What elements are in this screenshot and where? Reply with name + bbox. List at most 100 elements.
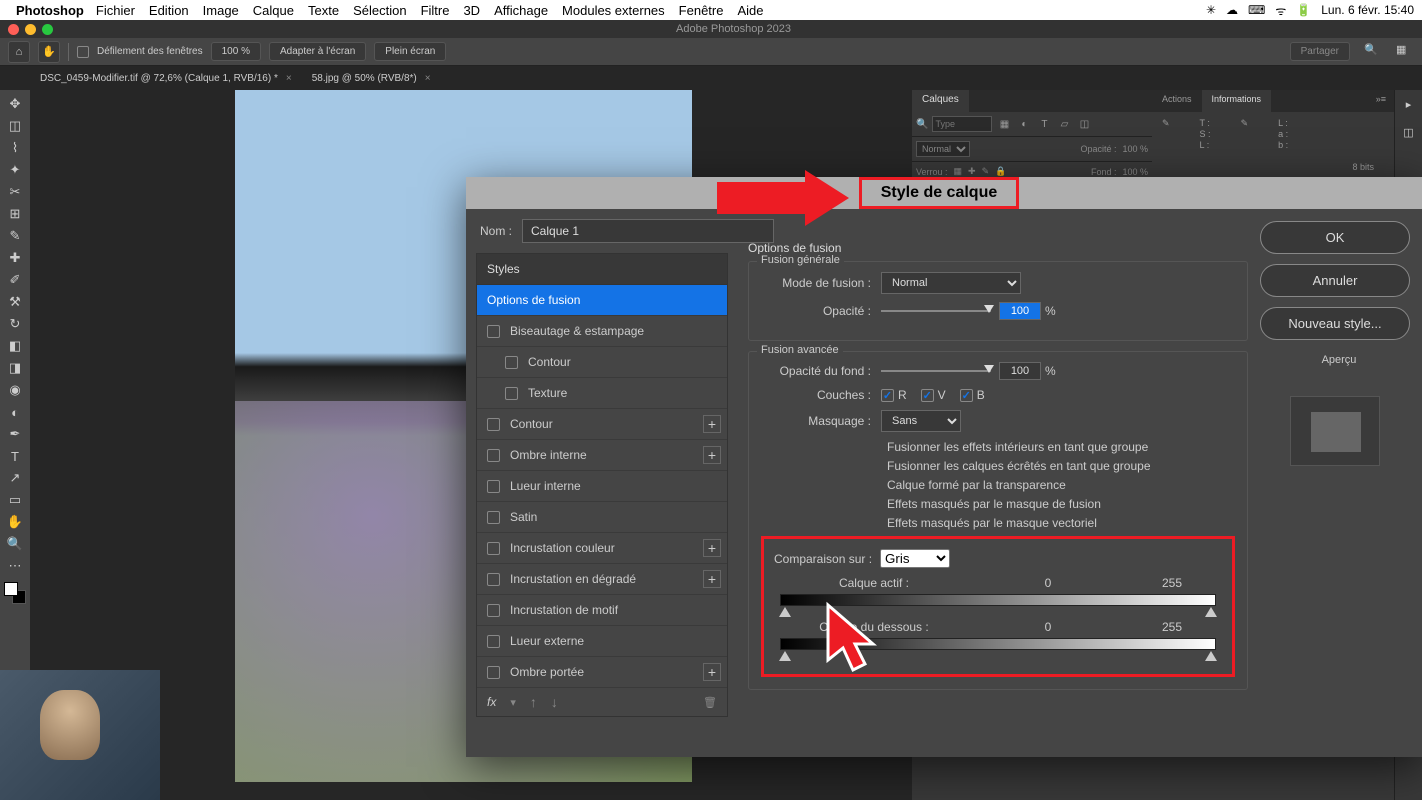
home-button[interactable]: ⌂ <box>8 41 30 63</box>
style-checkbox[interactable] <box>487 604 500 617</box>
info-tab[interactable]: Informations <box>1202 90 1272 112</box>
lock-pixels-icon[interactable]: ✎ <box>982 166 990 177</box>
add-effect-icon[interactable]: + <box>703 539 721 557</box>
filter-image-icon[interactable]: ▦ <box>996 116 1012 132</box>
style-checkbox[interactable] <box>487 418 500 431</box>
document-tab[interactable]: DSC_0459-Modifier.tif @ 72,6% (Calque 1,… <box>30 66 302 90</box>
fill-value[interactable]: 100 % <box>1122 167 1148 177</box>
move-tool-icon[interactable]: ✥ <box>3 94 27 114</box>
add-effect-icon[interactable]: + <box>703 570 721 588</box>
panel-icon[interactable]: ◫ <box>1399 122 1419 142</box>
opacity-value[interactable]: 100 % <box>1122 144 1148 154</box>
minimize-window-button[interactable] <box>25 24 36 35</box>
close-tab-icon[interactable]: × <box>425 73 431 84</box>
app-name[interactable]: Photoshop <box>16 3 84 18</box>
menu-window[interactable]: Fenêtre <box>679 3 724 18</box>
style-checkbox[interactable] <box>487 635 500 648</box>
style-row[interactable]: Lueur externe <box>477 626 727 657</box>
color-swatches[interactable] <box>4 582 26 604</box>
menu-text[interactable]: Texte <box>308 3 339 18</box>
menubar-clock[interactable]: Lun. 6 févr. 15:40 <box>1321 3 1414 17</box>
status-icon[interactable]: ✳ <box>1206 3 1216 17</box>
frame-tool-icon[interactable]: ⊞ <box>3 204 27 224</box>
dodge-tool-icon[interactable]: ◐ <box>3 402 27 422</box>
style-row[interactable]: Incrustation de motif <box>477 595 727 626</box>
cancel-button[interactable]: Annuler <box>1260 264 1410 297</box>
brush-tool-icon[interactable]: ✐ <box>3 270 27 290</box>
close-window-button[interactable] <box>8 24 19 35</box>
knockout-select[interactable]: Sans <box>881 410 961 432</box>
style-row[interactable]: Ombre portée+ <box>477 657 727 688</box>
style-row[interactable]: Contour+ <box>477 409 727 440</box>
fill-slider[interactable] <box>881 370 991 372</box>
filter-adj-icon[interactable]: ◐ <box>1016 116 1032 132</box>
opacity-input[interactable] <box>999 302 1041 320</box>
eraser-tool-icon[interactable]: ◧ <box>3 336 27 356</box>
path-tool-icon[interactable]: ↗ <box>3 468 27 488</box>
workspace-icon[interactable]: ▦ <box>1396 43 1414 61</box>
filter-type-icon[interactable]: T <box>1036 116 1052 132</box>
expand-icon[interactable]: ▸ <box>1399 94 1419 114</box>
ok-button[interactable]: OK <box>1260 221 1410 254</box>
menu-image[interactable]: Image <box>203 3 239 18</box>
channel-r-checkbox[interactable] <box>881 389 894 402</box>
close-tab-icon[interactable]: × <box>286 73 292 84</box>
hand-tool-icon[interactable]: ✋ <box>38 41 60 63</box>
add-effect-icon[interactable]: + <box>703 446 721 464</box>
blur-tool-icon[interactable]: ◉ <box>3 380 27 400</box>
menu-filter[interactable]: Filtre <box>421 3 450 18</box>
blend-mode-select[interactable]: Normal <box>916 141 970 157</box>
maximize-window-button[interactable] <box>42 24 53 35</box>
filter-shape-icon[interactable]: ▱ <box>1056 116 1072 132</box>
menu-layer[interactable]: Calque <box>253 3 294 18</box>
full-screen-button[interactable]: Plein écran <box>374 42 446 61</box>
wifi-icon[interactable]: ᯤ <box>1275 2 1286 19</box>
add-effect-icon[interactable]: + <box>703 663 721 681</box>
layer-type-filter[interactable] <box>932 116 992 132</box>
hand-tool-icon[interactable]: ✋ <box>3 512 27 532</box>
lock-pos-icon[interactable]: ✚ <box>968 166 976 177</box>
lock-icon[interactable]: 🔒 <box>995 166 1006 177</box>
blend-mode-select[interactable]: Normal <box>881 272 1021 294</box>
panel-menu-icon[interactable]: »≡ <box>1368 90 1394 112</box>
style-checkbox[interactable] <box>487 511 500 524</box>
stamp-tool-icon[interactable]: ⚒ <box>3 292 27 312</box>
menu-select[interactable]: Sélection <box>353 3 406 18</box>
style-row[interactable]: Incrustation en dégradé+ <box>477 564 727 595</box>
pen-tool-icon[interactable]: ✒ <box>3 424 27 444</box>
menu-edit[interactable]: Edition <box>149 3 189 18</box>
layers-tab[interactable]: Calques <box>912 90 969 112</box>
wand-tool-icon[interactable]: ✦ <box>3 160 27 180</box>
move-up-icon[interactable]: ↑ <box>530 694 537 710</box>
fit-screen-button[interactable]: Adapter à l'écran <box>269 42 366 61</box>
menu-help[interactable]: Aide <box>737 3 763 18</box>
type-tool-icon[interactable]: T <box>3 446 27 466</box>
move-down-icon[interactable]: ↓ <box>551 694 558 710</box>
style-checkbox[interactable] <box>505 387 518 400</box>
fx-menu-button[interactable]: fx <box>487 695 496 709</box>
lock-all-icon[interactable]: ▦ <box>954 166 963 177</box>
channel-b-checkbox[interactable] <box>960 389 973 402</box>
document-tab[interactable]: 58.jpg @ 50% (RVB/8*) × <box>302 66 441 90</box>
style-row[interactable]: Options de fusion <box>477 285 727 316</box>
new-style-button[interactable]: Nouveau style... <box>1260 307 1410 340</box>
trash-icon[interactable]: 🗑 <box>703 696 717 709</box>
blend-if-select[interactable]: Gris <box>880 549 950 568</box>
style-row[interactable]: Lueur interne <box>477 471 727 502</box>
add-effect-icon[interactable]: + <box>703 415 721 433</box>
zoom-100-button[interactable]: 100 % <box>211 42 261 61</box>
shape-tool-icon[interactable]: ▭ <box>3 490 27 510</box>
style-row[interactable]: Contour <box>477 347 727 378</box>
menu-view[interactable]: Affichage <box>494 3 548 18</box>
style-checkbox[interactable] <box>487 480 500 493</box>
status-icon[interactable]: ⌨ <box>1248 3 1265 17</box>
style-checkbox[interactable] <box>487 449 500 462</box>
style-checkbox[interactable] <box>505 356 518 369</box>
filter-smart-icon[interactable]: ◫ <box>1076 116 1092 132</box>
style-checkbox[interactable] <box>487 542 500 555</box>
battery-icon[interactable]: 🔋 <box>1296 3 1311 17</box>
style-row[interactable]: Incrustation couleur+ <box>477 533 727 564</box>
opacity-slider[interactable] <box>881 310 991 312</box>
menu-plugins[interactable]: Modules externes <box>562 3 665 18</box>
channel-v-checkbox[interactable] <box>921 389 934 402</box>
